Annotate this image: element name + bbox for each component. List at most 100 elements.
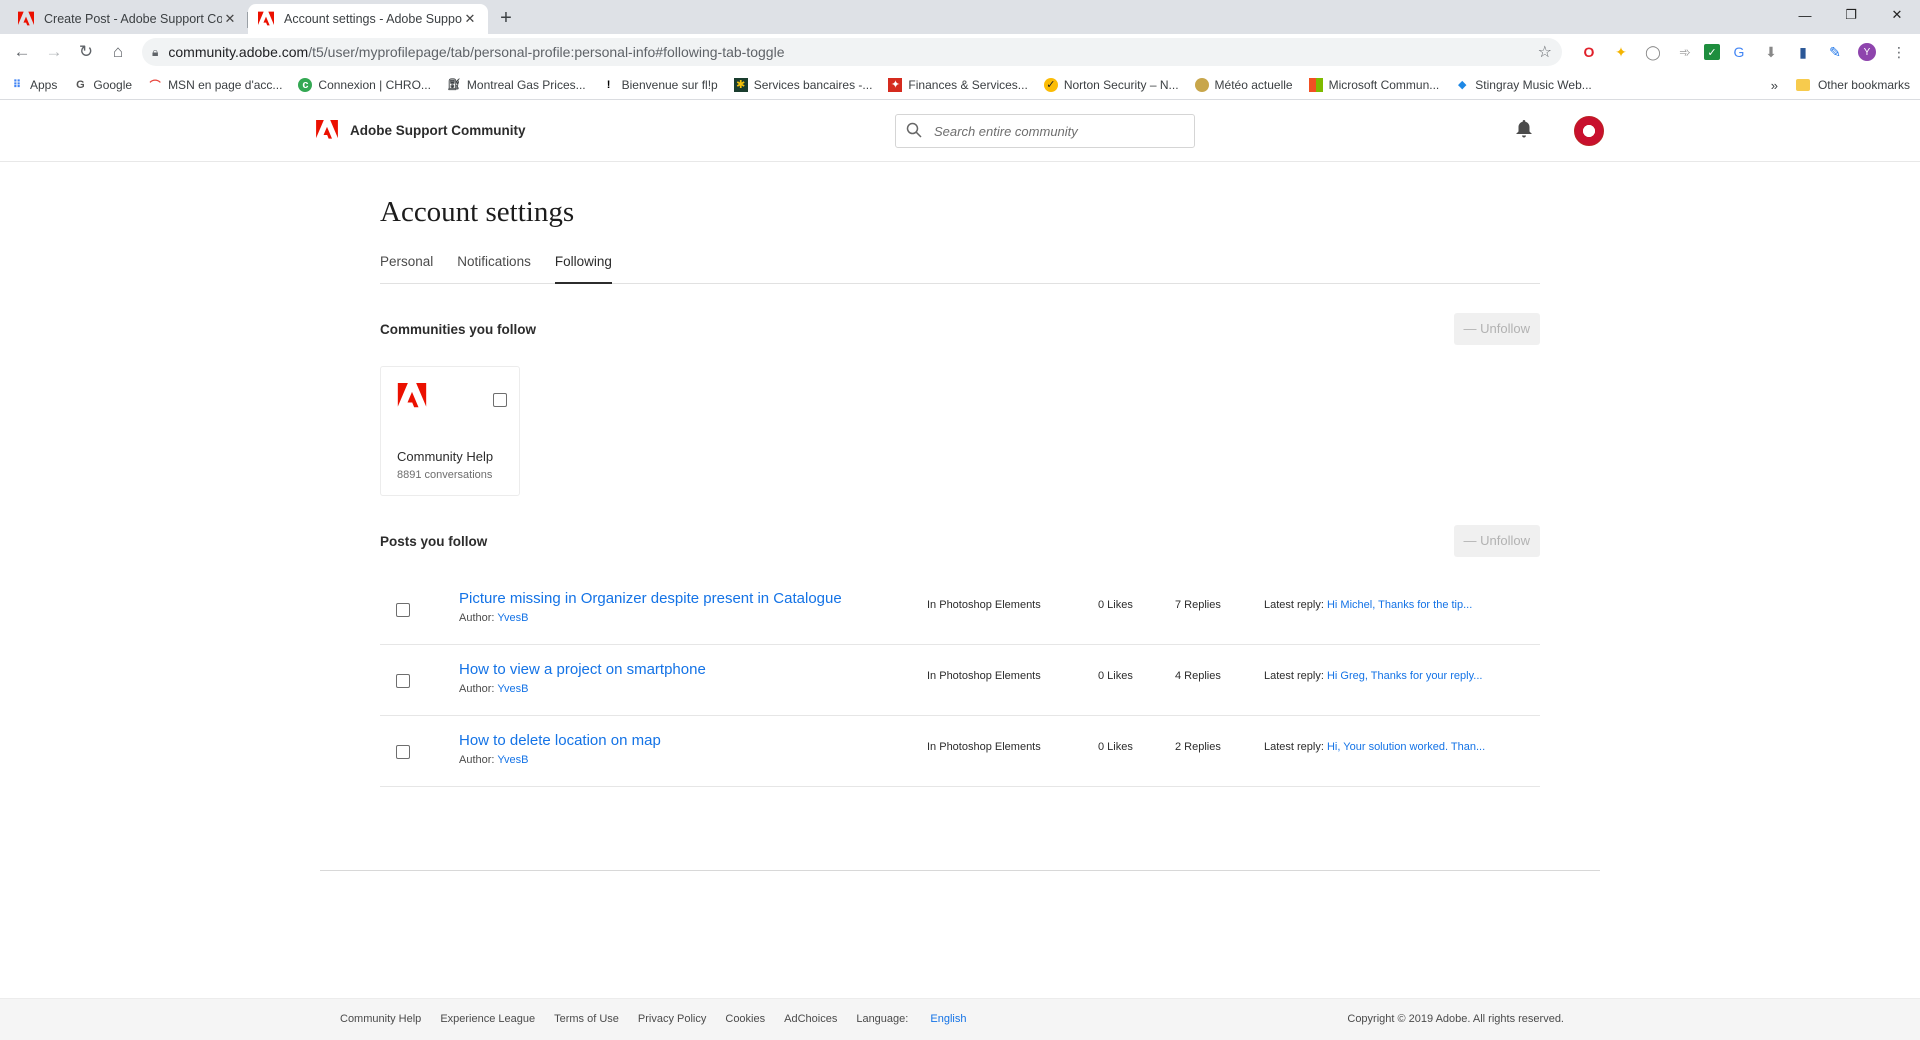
checkmark-extension-icon[interactable]: ✓: [1704, 44, 1720, 60]
browser-tab-title: Create Post - Adobe Support Com: [44, 12, 222, 26]
post-checkbox[interactable]: [396, 745, 410, 759]
reload-icon[interactable]: ↻: [72, 38, 100, 66]
canada-flag-icon: ✦: [888, 77, 903, 92]
footer-link-cookies[interactable]: Cookies: [725, 1013, 765, 1025]
language-value[interactable]: English: [930, 1013, 966, 1025]
bookmarks-overflow: » Other bookmarks: [1771, 70, 1910, 100]
post-author: Author: YvesB: [459, 612, 529, 624]
github-extension-icon[interactable]: ◯: [1640, 39, 1666, 65]
notifications-bell-icon[interactable]: [1516, 120, 1532, 143]
language-selector[interactable]: Language: English: [856, 1013, 966, 1025]
pen-extension-icon[interactable]: ✎: [1822, 39, 1848, 65]
download-extension-icon[interactable]: ⬇: [1758, 39, 1784, 65]
post-title-link[interactable]: How to delete location on map: [459, 732, 661, 749]
bookmark-apps[interactable]: ⠿ Apps: [10, 78, 58, 92]
microsoft-icon: [1308, 77, 1323, 92]
shield-extension-icon[interactable]: ▮: [1790, 39, 1816, 65]
adobe-logo-icon: [397, 383, 427, 408]
norton-icon: ✓: [1043, 77, 1058, 92]
bookmark-chrono[interactable]: c Connexion | CHRO...: [298, 77, 431, 92]
post-checkbox[interactable]: [396, 603, 410, 617]
posts-heading: Posts you follow: [380, 533, 488, 549]
bookmark-google[interactable]: G Google: [73, 78, 132, 92]
post-replies: 4 Replies: [1175, 670, 1221, 682]
restore-icon[interactable]: ❐: [1828, 0, 1874, 30]
bookmark-finances[interactable]: ✦ Finances & Services...: [888, 77, 1028, 92]
close-tab-icon[interactable]: ✕: [462, 11, 478, 27]
bookmark-norton[interactable]: ✓ Norton Security – N...: [1043, 77, 1179, 92]
site-brand[interactable]: Adobe Support Community: [316, 120, 526, 140]
new-tab-button[interactable]: +: [492, 4, 520, 32]
chevron-double-right-icon[interactable]: »: [1771, 78, 1778, 93]
community-checkbox[interactable]: [493, 393, 507, 407]
footer-link-adchoices[interactable]: AdChoices: [784, 1013, 837, 1025]
adobe-favicon-icon: [18, 11, 34, 26]
back-arrow-icon[interactable]: ←: [8, 38, 36, 66]
post-author: Author: YvesB: [459, 754, 529, 766]
search-input[interactable]: [934, 123, 1184, 139]
lock-icon[interactable]: 🔒︎: [152, 45, 158, 60]
post-board: In Photoshop Elements: [927, 741, 1041, 753]
bookmark-flip[interactable]: ! Bienvenue sur fl!p: [602, 78, 718, 92]
forward-arrow-icon[interactable]: →: [40, 38, 68, 66]
footer-link-experience-league[interactable]: Experience League: [440, 1013, 535, 1025]
bookmark-microsoft[interactable]: Microsoft Commun...: [1308, 77, 1439, 92]
browser-tab-account-settings[interactable]: Account settings - Adobe Suppo ✕: [248, 4, 488, 34]
latest-reply-link[interactable]: Hi, Your solution worked. Than...: [1327, 741, 1485, 753]
bookmark-gas[interactable]: ⛽︎ Montreal Gas Prices...: [447, 78, 586, 92]
author-link[interactable]: YvesB: [497, 683, 528, 695]
community-card[interactable]: Community Help 8891 conversations: [380, 366, 520, 496]
search-icon: [906, 122, 924, 141]
url-text: community.adobe.com/t5/user/myprofilepag…: [168, 44, 785, 60]
post-likes: 0 Likes: [1098, 599, 1133, 611]
followed-posts-list: Picture missing in Organizer despite pre…: [380, 574, 1540, 787]
footer-link-privacy[interactable]: Privacy Policy: [638, 1013, 706, 1025]
post-checkbox[interactable]: [396, 674, 410, 688]
post-title-link[interactable]: How to view a project on smartphone: [459, 661, 706, 678]
content-divider: [320, 870, 1600, 871]
post-latest-reply: Latest reply: Hi, Your solution worked. …: [1264, 741, 1486, 753]
footer-link-terms[interactable]: Terms of Use: [554, 1013, 619, 1025]
communities-heading: Communities you follow: [380, 321, 537, 337]
post-author: Author: YvesB: [459, 683, 529, 695]
author-link[interactable]: YvesB: [497, 612, 528, 624]
close-window-icon[interactable]: ✕: [1874, 0, 1920, 30]
browser-tab-create-post[interactable]: Create Post - Adobe Support Com ✕: [8, 4, 248, 34]
community-search[interactable]: [895, 114, 1195, 148]
account-settings-main: Account settings Personal Notifications …: [380, 196, 1540, 787]
spark-extension-icon[interactable]: ✦: [1608, 39, 1634, 65]
latest-reply-link[interactable]: Hi Michel, Thanks for the tip...: [1327, 599, 1472, 611]
user-avatar[interactable]: [1574, 116, 1604, 146]
menu-dots-icon[interactable]: ⋮: [1886, 39, 1912, 65]
community-name: Community Help: [397, 449, 494, 464]
footer-link-community-help[interactable]: Community Help: [340, 1013, 421, 1025]
post-title-link[interactable]: Picture missing in Organizer despite pre…: [459, 590, 842, 607]
arrow-extension-icon[interactable]: ➾: [1672, 39, 1698, 65]
latest-reply-link[interactable]: Hi Greg, Thanks for your reply...: [1327, 670, 1482, 682]
tab-notifications[interactable]: Notifications: [457, 251, 531, 284]
bookmark-bank[interactable]: ✱ Services bancaires -...: [733, 77, 872, 92]
communities-section-header: Communities you follow — Unfollow: [380, 312, 1540, 346]
bookmark-stingray[interactable]: ◆ Stingray Music Web...: [1455, 78, 1592, 92]
home-icon[interactable]: ⌂: [104, 38, 132, 66]
unfollow-communities-button[interactable]: — Unfollow: [1453, 313, 1540, 345]
translate-extension-icon[interactable]: G: [1726, 39, 1752, 65]
bookmark-weather[interactable]: Météo actuelle: [1194, 77, 1293, 92]
other-bookmarks[interactable]: Other bookmarks: [1818, 78, 1910, 92]
tab-following[interactable]: Following: [554, 251, 612, 284]
close-tab-icon[interactable]: ✕: [222, 11, 238, 27]
opera-extension-icon[interactable]: O: [1576, 39, 1602, 65]
folder-icon: [1795, 79, 1810, 91]
bookmark-star-icon[interactable]: ☆: [1538, 42, 1552, 62]
minimize-icon[interactable]: —: [1782, 0, 1828, 30]
post-board: In Photoshop Elements: [927, 670, 1041, 682]
address-bar[interactable]: 🔒︎ community.adobe.com/t5/user/myprofile…: [142, 38, 1562, 66]
author-link[interactable]: YvesB: [497, 754, 528, 766]
unfollow-posts-button[interactable]: — Unfollow: [1453, 525, 1540, 557]
adobe-favicon-icon: [258, 11, 274, 26]
profile-avatar[interactable]: Y: [1854, 39, 1880, 65]
browser-toolbar: ← → ↻ ⌂ 🔒︎ community.adobe.com/t5/user/m…: [0, 34, 1920, 70]
list-item: How to view a project on smartphone Auth…: [380, 645, 1540, 716]
tab-personal[interactable]: Personal: [380, 251, 433, 284]
bookmark-msn[interactable]: ⌒ MSN en page d'acc...: [148, 78, 283, 92]
